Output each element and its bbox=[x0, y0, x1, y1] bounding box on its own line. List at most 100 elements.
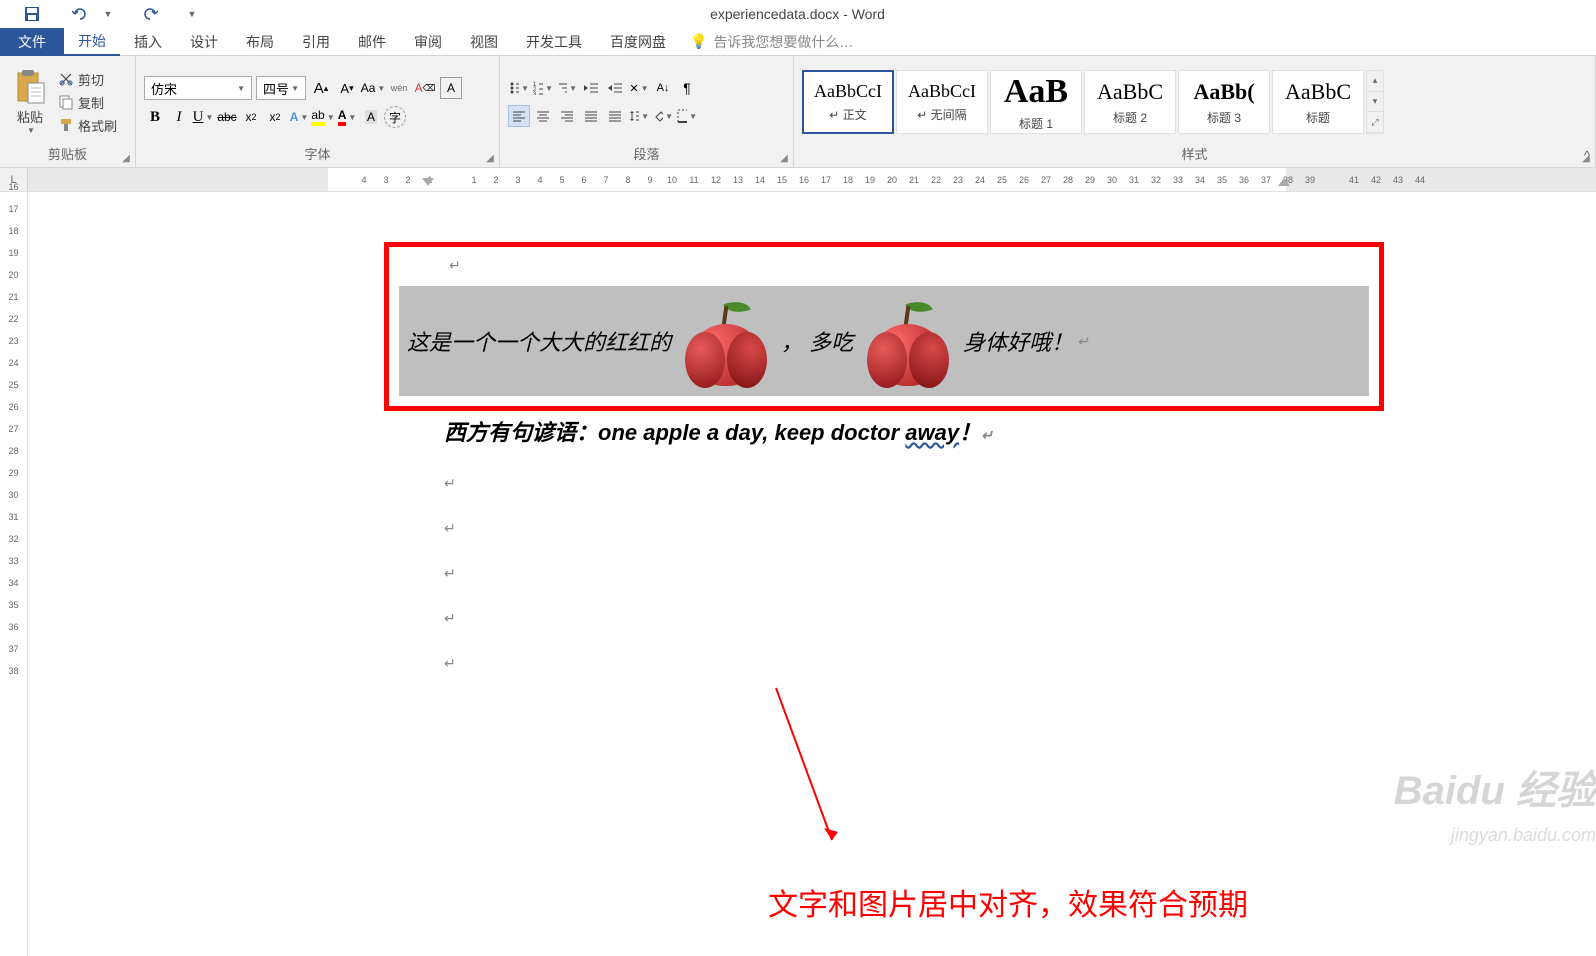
tab-developer[interactable]: 开发工具 bbox=[512, 28, 596, 56]
gallery-up[interactable]: ▴ bbox=[1367, 71, 1383, 92]
ribbon-tabs: 文件 开始 插入 设计 布局 引用 邮件 审阅 视图 开发工具 百度网盘 💡 告… bbox=[0, 28, 1596, 56]
group-font: 仿宋▼ 四号▼ A▴ A▾ Aa▼ wén A⌫ A B I U▼ abc x2… bbox=[136, 56, 500, 167]
qat-customize[interactable]: ▼ bbox=[185, 0, 199, 28]
collapse-ribbon-button[interactable]: ^ bbox=[1584, 148, 1590, 163]
tab-insert[interactable]: 插入 bbox=[120, 28, 176, 56]
outdent-icon bbox=[583, 81, 599, 95]
text-span: 西方有句谚语： bbox=[444, 420, 598, 445]
cut-button[interactable]: 剪切 bbox=[56, 69, 119, 90]
clipboard-launcher[interactable]: ◢ bbox=[119, 151, 133, 165]
tab-baidu[interactable]: 百度网盘 bbox=[596, 28, 680, 56]
tab-view[interactable]: 视图 bbox=[456, 28, 512, 56]
paste-button[interactable]: 粘贴 ▼ bbox=[8, 67, 52, 137]
underline-button[interactable]: U▼ bbox=[192, 106, 214, 128]
selected-text-line[interactable]: 这是一个一个大大的红红的 ， 多吃 身体好哦！ ↵ bbox=[399, 286, 1369, 396]
paragraph-mark: ↵ bbox=[444, 610, 1384, 627]
multilevel-icon bbox=[557, 81, 567, 95]
multilevel-list-button[interactable]: ▼ bbox=[556, 77, 578, 99]
tab-review[interactable]: 审阅 bbox=[400, 28, 456, 56]
font-name-value: 仿宋 bbox=[151, 79, 177, 98]
style-heading2[interactable]: AaBbC 标题 2 bbox=[1084, 70, 1176, 134]
tell-me-placeholder: 告诉我您想要做什么… bbox=[713, 32, 853, 52]
file-tab[interactable]: 文件 bbox=[0, 28, 64, 56]
sort-button[interactable]: A↓ bbox=[652, 77, 674, 99]
paragraph-launcher[interactable]: ◢ bbox=[777, 151, 791, 165]
change-case-button[interactable]: Aa▼ bbox=[362, 77, 384, 99]
clipboard-paste-icon bbox=[14, 69, 46, 105]
watermark-logo: Baidu 经验 bbox=[1394, 758, 1596, 816]
copy-button[interactable]: 复制 bbox=[56, 92, 119, 113]
shrink-font-button[interactable]: A▾ bbox=[336, 77, 358, 99]
highlight-button[interactable]: ab▼ bbox=[312, 106, 334, 128]
clear-formatting-button[interactable]: A⌫ bbox=[414, 77, 436, 99]
ribbon: 粘贴 ▼ 剪切 复制 格式刷 剪贴板 ◢ bbox=[0, 56, 1596, 168]
style-heading1[interactable]: AaB 标题 1 bbox=[990, 70, 1082, 134]
styles-group-label: 样式 bbox=[802, 144, 1587, 165]
character-border-button[interactable]: A bbox=[440, 77, 462, 99]
group-clipboard: 粘贴 ▼ 剪切 复制 格式刷 剪贴板 ◢ bbox=[0, 56, 136, 167]
enclose-characters-button[interactable]: 字 bbox=[384, 106, 406, 128]
window-title: experiencedata.docx - Word bbox=[199, 6, 1596, 22]
character-shading-button[interactable]: A bbox=[360, 106, 382, 128]
bold-button[interactable]: B bbox=[144, 106, 166, 128]
redo-button[interactable] bbox=[136, 0, 164, 28]
strikethrough-button[interactable]: abc bbox=[216, 106, 238, 128]
paste-label: 粘贴 bbox=[17, 107, 43, 126]
first-line-indent-marker[interactable] bbox=[422, 178, 434, 190]
gallery-expand[interactable]: ⤢ bbox=[1367, 112, 1383, 133]
style-normal[interactable]: AaBbCcI ↵ 正文 bbox=[802, 70, 894, 134]
increase-indent-button[interactable] bbox=[604, 77, 626, 99]
superscript-button[interactable]: x2 bbox=[264, 106, 286, 128]
style-heading3[interactable]: AaBb( 标题 3 bbox=[1178, 70, 1270, 134]
text-effects-button[interactable]: A▼ bbox=[288, 106, 310, 128]
tab-references[interactable]: 引用 bbox=[288, 28, 344, 56]
undo-button[interactable] bbox=[67, 0, 95, 28]
align-left-icon bbox=[512, 110, 526, 122]
right-indent-marker[interactable] bbox=[1278, 178, 1290, 190]
style-nospacing[interactable]: AaBbCcI ↵ 无间隔 bbox=[896, 70, 988, 134]
undo-dropdown[interactable]: ▼ bbox=[101, 0, 115, 28]
font-size-value: 四号 bbox=[263, 79, 289, 98]
borders-button[interactable]: ▼ bbox=[676, 105, 698, 127]
align-center-button[interactable] bbox=[532, 105, 554, 127]
font-size-combo[interactable]: 四号▼ bbox=[256, 76, 306, 100]
shading-button[interactable]: ▼ bbox=[652, 105, 674, 127]
horizontal-ruler[interactable]: 4321123456789101112131415161718192021222… bbox=[28, 168, 1596, 191]
gallery-down[interactable]: ▾ bbox=[1367, 92, 1383, 113]
apple-image[interactable] bbox=[681, 296, 771, 386]
decrease-indent-button[interactable] bbox=[580, 77, 602, 99]
style-title[interactable]: AaBbC 标题 bbox=[1272, 70, 1364, 134]
tab-mailings[interactable]: 邮件 bbox=[344, 28, 400, 56]
align-justify-button[interactable] bbox=[580, 105, 602, 127]
vertical-ruler[interactable]: 1617181920212223242526272829303132333435… bbox=[0, 192, 28, 956]
numbering-button[interactable]: 123▼ bbox=[532, 77, 554, 99]
tab-design[interactable]: 设计 bbox=[176, 28, 232, 56]
font-name-combo[interactable]: 仿宋▼ bbox=[144, 76, 252, 100]
italic-button[interactable]: I bbox=[168, 106, 190, 128]
paragraph-group-label: 段落 bbox=[508, 144, 785, 165]
bullets-button[interactable]: ▼ bbox=[508, 77, 530, 99]
font-launcher[interactable]: ◢ bbox=[483, 151, 497, 165]
tell-me-search[interactable]: 💡 告诉我您想要做什么… bbox=[690, 32, 853, 52]
tab-layout[interactable]: 布局 bbox=[232, 28, 288, 56]
show-marks-button[interactable]: ¶ bbox=[676, 77, 698, 99]
save-button[interactable] bbox=[18, 0, 46, 28]
apple-image[interactable] bbox=[863, 296, 953, 386]
lightbulb-icon: 💡 bbox=[690, 33, 707, 50]
font-color-button[interactable]: A▼ bbox=[336, 106, 358, 128]
grow-font-button[interactable]: A▴ bbox=[310, 77, 332, 99]
format-painter-button[interactable]: 格式刷 bbox=[56, 115, 119, 136]
subscript-button[interactable]: x2 bbox=[240, 106, 262, 128]
phonetic-guide-button[interactable]: wén bbox=[388, 77, 410, 99]
text-span: one apple a day, keep doctor bbox=[598, 420, 905, 445]
align-distributed-button[interactable] bbox=[604, 105, 626, 127]
watermark-url: jingyan.baidu.com bbox=[1451, 825, 1596, 846]
align-right-button[interactable] bbox=[556, 105, 578, 127]
tab-home[interactable]: 开始 bbox=[64, 28, 120, 56]
paragraph-mark: ↵ bbox=[444, 520, 1384, 537]
document-area[interactable]: ↵ 这是一个一个大大的红红的 ， 多吃 身体好哦！ ↵ 西方有句谚语：one a… bbox=[28, 192, 1596, 956]
text-line-2[interactable]: 西方有句谚语：one apple a day, keep doctor away… bbox=[444, 415, 1384, 447]
align-left-button[interactable] bbox=[508, 105, 530, 127]
asian-layout-button[interactable]: ✕▼ bbox=[628, 77, 650, 99]
line-spacing-button[interactable]: ▼ bbox=[628, 105, 650, 127]
